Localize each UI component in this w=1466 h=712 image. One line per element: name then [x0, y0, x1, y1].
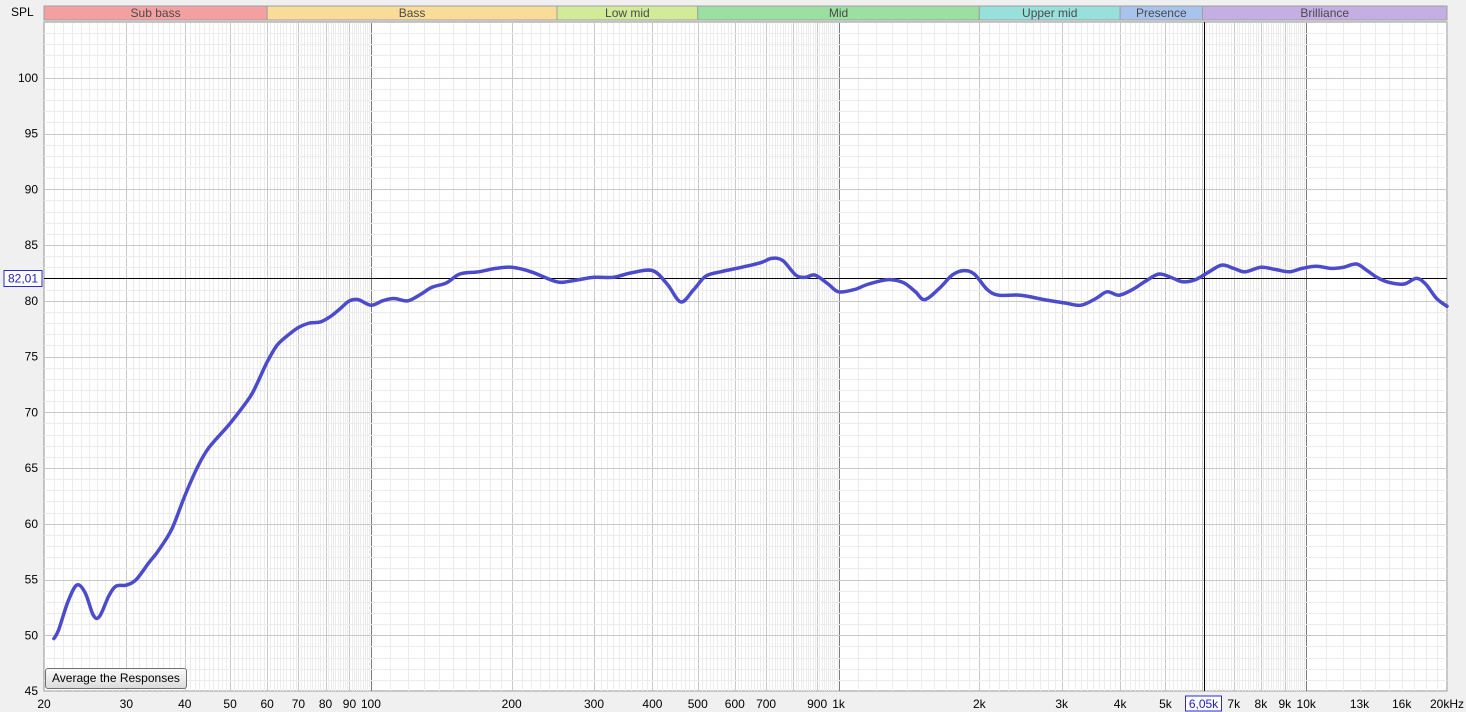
x-tick-label: 2k	[973, 697, 987, 711]
band-label-2: Low mid	[605, 6, 650, 20]
x-tick-label: 9k	[1278, 697, 1292, 711]
y-axis-title: SPL	[11, 5, 34, 19]
x-tick-label: 8k	[1255, 697, 1269, 711]
y-tick-label: 55	[25, 573, 39, 587]
y-tick-label: 95	[25, 127, 39, 141]
y-tick-label: 80	[25, 294, 39, 308]
y-tick-label: 75	[25, 350, 39, 364]
y-tick-label: 90	[25, 182, 39, 196]
y-tick-label: 45	[25, 684, 39, 698]
x-tick-label: 900	[807, 697, 827, 711]
band-label-0: Sub bass	[131, 6, 181, 20]
x-tick-label: 80	[319, 697, 333, 711]
y-tick-label: 85	[25, 238, 39, 252]
x-tick-label: 40	[178, 697, 192, 711]
band-label-5: Presence	[1136, 6, 1187, 20]
cursor-y-readout: 82,01	[3, 270, 43, 287]
x-tick-label: 16k	[1392, 697, 1412, 711]
x-tick-label: 4k	[1114, 697, 1128, 711]
x-tick-label: 70	[292, 697, 306, 711]
x-tick-label: 60	[260, 697, 274, 711]
x-tick-label: 1k	[832, 697, 846, 711]
x-tick-label: 7k	[1227, 697, 1241, 711]
x-tick-label: 3k	[1055, 697, 1069, 711]
x-axis-labels: 20 30 40 50 60 70 80 90 100 200 300 400 500 600 700 900…	[37, 697, 1464, 711]
x-tick-label: 300	[584, 697, 604, 711]
x-tick-label: 13k	[1350, 697, 1370, 711]
x-tick-label: 20kHz	[1430, 697, 1464, 711]
average-responses-button[interactable]: Average the Responses	[45, 668, 187, 689]
y-tick-label: 100	[18, 71, 38, 85]
x-tick-label: 90	[343, 697, 357, 711]
band-label-6: Brilliance	[1300, 6, 1349, 20]
x-tick-label: 500	[688, 697, 708, 711]
x-tick-label: 50	[223, 697, 237, 711]
band-label-3: Mid	[829, 6, 848, 20]
x-tick-label: 600	[725, 697, 745, 711]
x-tick-label: 700	[756, 697, 776, 711]
band-label-4: Upper mid	[1022, 6, 1077, 20]
cursor-y-value: 82,01	[8, 272, 38, 286]
cursor-x-value: 6,05k	[1189, 697, 1219, 711]
cursor-x-readout: 6,05k	[1185, 695, 1222, 712]
x-tick-label: 20	[37, 697, 51, 711]
x-tick-label: 400	[642, 697, 662, 711]
band-label-1: Bass	[399, 6, 426, 20]
y-axis-labels: 45 50 55 60 65 70 75 80 85 90 95 100	[18, 71, 38, 698]
y-tick-label: 65	[25, 461, 39, 475]
frequency-band-bar: Sub bass Bass Low mid Mid Upper mid Presence B…	[43, 5, 1448, 21]
y-tick-label: 70	[25, 405, 39, 419]
x-tick-label: 200	[502, 697, 522, 711]
x-tick-label: 10k	[1297, 697, 1317, 711]
x-tick-label: 30	[120, 697, 134, 711]
x-tick-label: 5k	[1159, 697, 1173, 711]
x-tick-label: 100	[361, 697, 381, 711]
y-tick-label: 60	[25, 517, 39, 531]
y-tick-label: 50	[25, 628, 39, 642]
frequency-response-chart[interactable]: Sub bass Bass Low mid Mid Upper mid Presence B…	[0, 0, 1466, 712]
